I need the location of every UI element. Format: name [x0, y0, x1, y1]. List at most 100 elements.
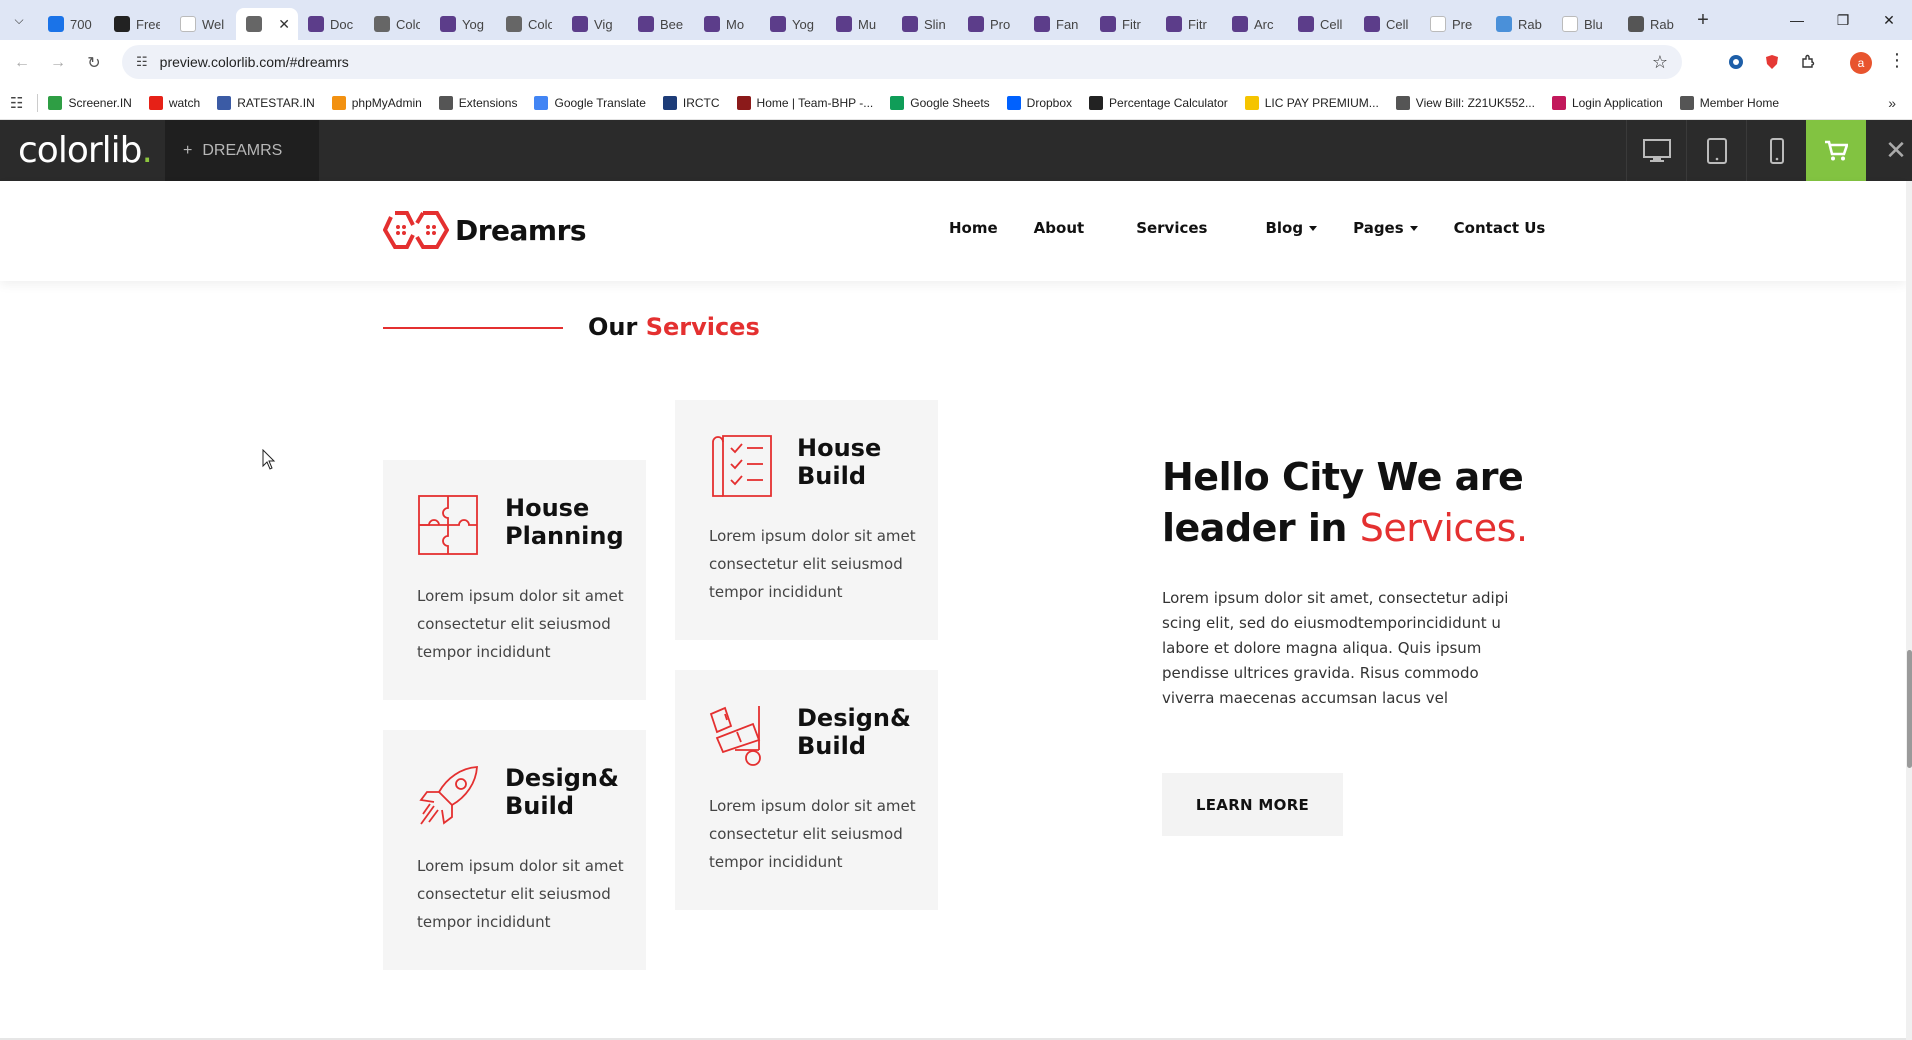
browser-tab[interactable]: Slin	[892, 8, 958, 40]
cart-icon[interactable]	[1806, 120, 1866, 181]
nav-item-services[interactable]: Services	[1136, 219, 1207, 237]
site-logo[interactable]: Dreamrs	[383, 209, 587, 251]
tab-favicon-icon	[638, 16, 654, 32]
colorlib-logo[interactable]: colorlib.	[18, 130, 153, 171]
browser-tab[interactable]: Mo	[694, 8, 760, 40]
nav-item-home[interactable]: Home	[949, 219, 998, 237]
browser-tab[interactable]: Wel	[170, 8, 236, 40]
page-scrollbar[interactable]	[1906, 181, 1912, 1040]
bookmark-item[interactable]: RATESTAR.IN	[217, 95, 315, 110]
browser-tab[interactable]: Vig	[562, 8, 628, 40]
extension-translate-icon[interactable]	[1722, 48, 1750, 76]
trolley-icon	[709, 706, 761, 766]
close-preview-icon[interactable]: ✕	[1866, 120, 1912, 181]
bookmark-favicon-icon	[736, 95, 751, 110]
minimize-icon[interactable]: —	[1774, 0, 1820, 40]
tab-close-icon[interactable]: ✕	[278, 16, 290, 33]
bookmark-favicon-icon	[48, 95, 63, 110]
service-card-design-build-2[interactable]: Design& Build Lorem ipsum dolor sit amet…	[675, 670, 938, 910]
scrollbar-thumb[interactable]	[1907, 650, 1912, 768]
browser-tab[interactable]: Doc	[298, 8, 364, 40]
bookmark-item[interactable]: Google Translate	[534, 95, 646, 110]
browser-tab[interactable]: ✕	[236, 8, 298, 40]
browser-tab[interactable]: Arc	[1222, 8, 1288, 40]
tab-title: Pro	[990, 16, 1011, 32]
browser-tab[interactable]: Colo	[496, 8, 562, 40]
bookmark-item[interactable]: Home | Team-BHP -...	[736, 95, 873, 110]
browser-tab[interactable]: Bee	[628, 8, 694, 40]
browser-tab[interactable]: Colo	[364, 8, 430, 40]
browser-tab[interactable]: Mu	[826, 8, 892, 40]
address-toolbar: ← → ↻ ☷ preview.colorlib.com/#dreamrs ☆ …	[0, 40, 1912, 86]
new-tab-button[interactable]: +	[1688, 5, 1718, 35]
service-card-house-build[interactable]: House Build Lorem ipsum dolor sit amet c…	[675, 400, 938, 640]
browser-tab[interactable]: Fitr	[1156, 8, 1222, 40]
nav-item-pages[interactable]: Pages	[1353, 219, 1418, 237]
project-dropdown[interactable]: + DREAMRS	[165, 120, 319, 181]
bookmark-item[interactable]: Extensions	[438, 95, 518, 110]
dreamrs-logo-icon	[383, 211, 449, 249]
tab-favicon-icon	[246, 16, 262, 32]
desktop-icon[interactable]	[1626, 120, 1686, 181]
address-box[interactable]: ☷ preview.colorlib.com/#dreamrs ☆	[122, 45, 1682, 79]
reload-icon[interactable]: ↻	[76, 45, 112, 81]
bookmark-item[interactable]: watch	[148, 95, 200, 110]
bookmark-item[interactable]: View Bill: Z21UK552...	[1395, 95, 1535, 110]
browser-tab[interactable]: Pro	[958, 8, 1024, 40]
tab-search-chevron-icon[interactable]: ⌵	[0, 0, 38, 40]
extensions-puzzle-icon[interactable]	[1794, 48, 1822, 76]
bookmark-item[interactable]: LIC PAY PREMIUM...	[1244, 95, 1379, 110]
bookmark-favicon-icon	[1006, 95, 1021, 110]
brand-name: Dreamrs	[455, 213, 587, 247]
url-text[interactable]: preview.colorlib.com/#dreamrs	[160, 54, 349, 70]
bookmark-item[interactable]: Google Sheets	[890, 95, 990, 110]
extension-shield-icon[interactable]	[1758, 48, 1786, 76]
forward-arrow-icon[interactable]: →	[40, 45, 76, 81]
bookmark-label: RATESTAR.IN	[237, 95, 315, 110]
bookmark-item[interactable]: Percentage Calculator	[1089, 95, 1228, 110]
close-window-icon[interactable]: ✕	[1866, 0, 1912, 40]
mobile-icon[interactable]	[1746, 120, 1806, 181]
browser-tab[interactable]: Rab	[1486, 8, 1552, 40]
bookmark-label: Extensions	[458, 95, 518, 110]
nav-item-about[interactable]: About	[1034, 219, 1085, 237]
restore-icon[interactable]: ❐	[1820, 0, 1866, 40]
bookmark-item[interactable]: IRCTC	[662, 95, 720, 110]
browser-tab[interactable]: Yog	[760, 8, 826, 40]
browser-tab[interactable]: Fitr	[1090, 8, 1156, 40]
browser-tab[interactable]: Cell	[1354, 8, 1420, 40]
back-arrow-icon[interactable]: ←	[4, 45, 40, 81]
service-card-design-build[interactable]: Design& Build Lorem ipsum dolor sit amet…	[383, 730, 646, 970]
tab-title: Colo	[396, 16, 420, 32]
tab-favicon-icon	[1562, 16, 1578, 32]
bookmarks-bar: ☷ Screener.IN watch RATESTAR.IN phpMyAdmin E…	[0, 86, 1912, 120]
browser-tab[interactable]: 700	[38, 8, 104, 40]
site-settings-icon[interactable]: ☷	[136, 54, 148, 70]
more-bookmarks-icon[interactable]: »	[1888, 95, 1896, 111]
bookmark-item[interactable]: Dropbox	[1006, 95, 1072, 110]
bookmark-item[interactable]: Member Home	[1679, 95, 1779, 110]
bookmark-item[interactable]: Login Application	[1551, 95, 1663, 110]
service-card-house-planning[interactable]: House Planning Lorem ipsum dolor sit ame…	[383, 460, 646, 700]
profile-avatar[interactable]: a	[1850, 52, 1872, 74]
bookmark-favicon-icon	[1244, 95, 1259, 110]
browser-tab[interactable]: Cell	[1288, 8, 1354, 40]
nav-item-contact-us[interactable]: Contact Us	[1454, 219, 1546, 237]
tab-favicon-icon	[1628, 16, 1644, 32]
bookmark-item[interactable]: Screener.IN	[48, 95, 132, 110]
apps-grid-icon[interactable]: ☷	[10, 94, 23, 112]
bookmark-favicon-icon	[331, 95, 346, 110]
bookmark-item[interactable]: phpMyAdmin	[331, 95, 422, 110]
learn-more-button[interactable]: LEARN MORE	[1162, 773, 1343, 836]
browser-tab[interactable]: Fan	[1024, 8, 1090, 40]
nav-item-blog[interactable]: Blog	[1265, 219, 1318, 237]
browser-tab[interactable]: Blu	[1552, 8, 1618, 40]
bookmark-favicon-icon	[1679, 95, 1694, 110]
browser-tab[interactable]: Pre	[1420, 8, 1486, 40]
browser-tab[interactable]: Rab	[1618, 8, 1684, 40]
browser-menu-icon[interactable]: ⋮	[1888, 50, 1906, 71]
bookmark-star-icon[interactable]: ☆	[1652, 52, 1668, 73]
browser-tab[interactable]: Free	[104, 8, 170, 40]
tablet-icon[interactable]	[1686, 120, 1746, 181]
browser-tab[interactable]: Yog	[430, 8, 496, 40]
